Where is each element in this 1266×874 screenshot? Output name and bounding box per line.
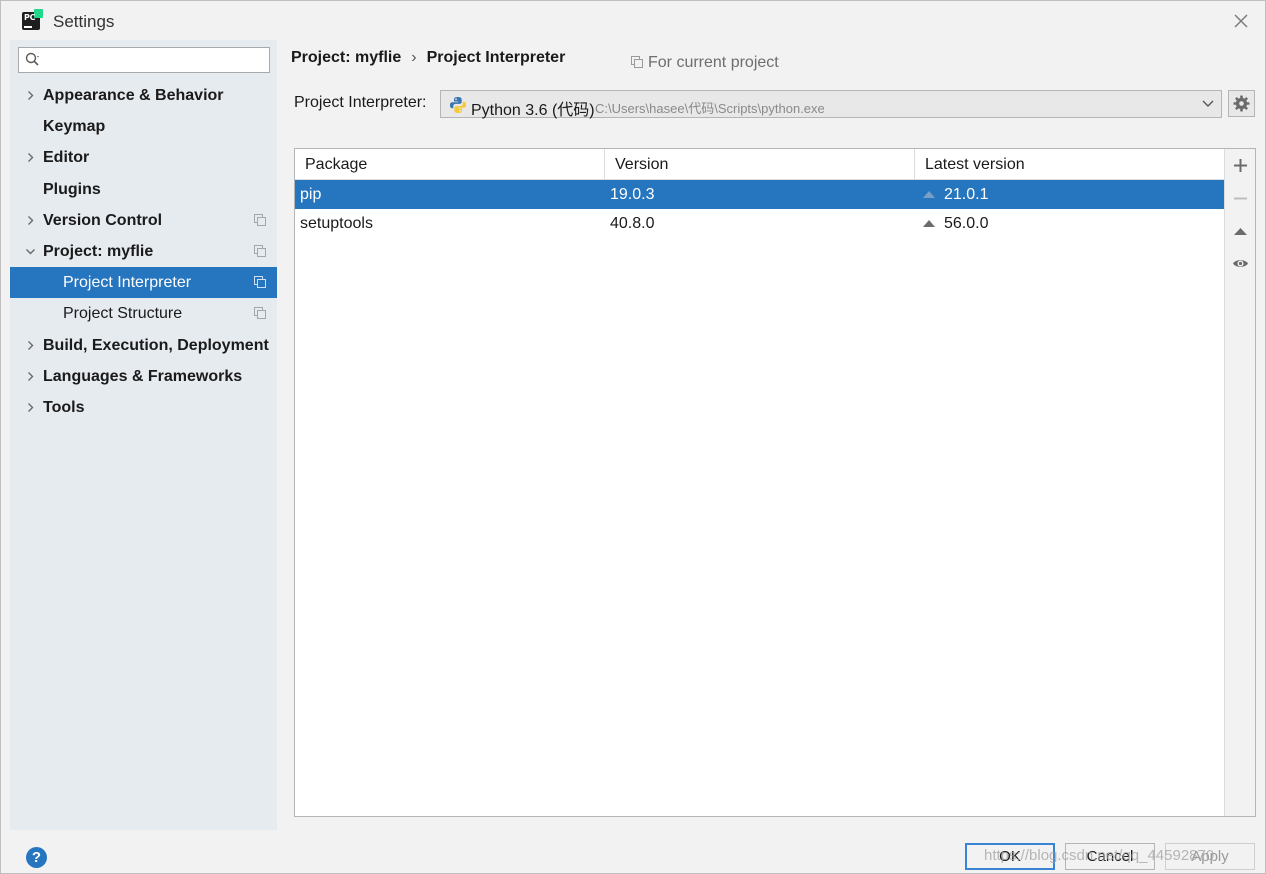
add-icon[interactable] <box>1232 157 1249 174</box>
search-input[interactable] <box>49 50 264 70</box>
table-row[interactable]: pip 19.0.3 21.0.1 <box>295 180 1224 209</box>
copy-icon <box>254 276 266 289</box>
copy-icon <box>254 307 266 320</box>
sidebar-item-label: Project: myflie <box>43 242 154 260</box>
sidebar-item[interactable]: Languages & Frameworks <box>10 361 277 392</box>
apply-button[interactable]: Apply <box>1165 843 1255 870</box>
package-name: pip <box>300 186 322 203</box>
cancel-button[interactable]: Cancel <box>1065 843 1155 870</box>
breadcrumb: Project: myflie › Project Interpreter <box>291 49 565 71</box>
breadcrumb-item: Project: myflie <box>291 49 402 66</box>
table-row[interactable]: setuptools 40.8.0 56.0.0 <box>295 209 1224 238</box>
package-latest-version: 56.0.0 <box>923 209 988 238</box>
close-icon <box>1234 14 1248 28</box>
chevron-right-icon[interactable] <box>24 80 36 111</box>
upgrade-available-icon <box>923 220 935 227</box>
copy-icon <box>254 244 266 257</box>
interpreter-path: C:\Users\hasee\代码\Scripts\python.exe <box>595 101 825 116</box>
chevron-right-icon[interactable] <box>24 205 36 236</box>
package-name: setuptools <box>300 215 373 232</box>
upgrade-available-icon <box>923 191 935 198</box>
sidebar-item-label: Appearance & Behavior <box>43 87 224 104</box>
sidebar-item-label: Project Structure <box>63 305 183 323</box>
copy-icon <box>254 213 266 226</box>
sidebar-item[interactable]: Plugins <box>10 174 277 205</box>
column-header-version[interactable]: Version <box>605 149 915 180</box>
window-title: Settings <box>53 12 115 31</box>
ok-button[interactable]: OK <box>965 843 1055 870</box>
sidebar-item[interactable]: Keymap <box>10 111 277 142</box>
scope-hint: For current project <box>631 54 779 72</box>
upgrade-icon[interactable] <box>1232 223 1249 240</box>
chevron-right-icon[interactable] <box>24 361 36 392</box>
sidebar-item-label: Version Control <box>43 211 163 229</box>
chevron-down-icon <box>1202 100 1214 107</box>
interpreter-select[interactable]: Python 3.6 (代码) C:\Users\hasee\代码\Script… <box>440 90 1222 119</box>
remove-icon[interactable] <box>1232 190 1249 207</box>
chevron-down-icon[interactable] <box>24 236 36 267</box>
search-icon <box>25 52 39 66</box>
chevron-right-icon[interactable] <box>24 330 36 361</box>
packages-table: Package Version Latest version pip 19.0.3… <box>295 149 1224 816</box>
table-header: Package Version Latest version <box>295 149 1224 180</box>
scope-hint-text: For current project <box>648 54 779 71</box>
sidebar-item-label: Editor <box>43 149 90 167</box>
sidebar-item-label: Build, Execution, Deployment <box>43 336 269 354</box>
sidebar-item[interactable]: Editor <box>10 142 277 173</box>
sidebar-item[interactable]: Appearance & Behavior <box>10 80 277 111</box>
latest-version-text: 56.0.0 <box>944 215 989 232</box>
sidebar-item-label: Tools <box>43 398 85 416</box>
interpreter-settings-button[interactable] <box>1228 90 1255 117</box>
sidebar-item-label: Plugins <box>43 180 101 198</box>
eye-icon[interactable] <box>1232 255 1249 272</box>
column-header-latest-version[interactable]: Latest version <box>915 149 1224 180</box>
breadcrumb-separator: › <box>411 49 417 66</box>
sidebar-item[interactable]: Project: myflie <box>10 236 277 267</box>
column-header-package[interactable]: Package <box>295 149 605 180</box>
settings-window: PC Settings Appearance & Behavior Keymap E… <box>0 0 1266 874</box>
sidebar-item[interactable]: Project Interpreter <box>10 267 277 299</box>
sidebar-item-label: Languages & Frameworks <box>43 367 243 385</box>
chevron-right-icon[interactable] <box>24 392 36 423</box>
sidebar-item-label: Project Interpreter <box>63 274 192 292</box>
packages-panel: Package Version Latest version pip 19.0.3… <box>294 148 1256 817</box>
sidebar-item[interactable]: Version Control <box>10 205 277 236</box>
copy-icon <box>631 56 643 68</box>
sidebar-item-label: Keymap <box>43 118 106 136</box>
package-version: 19.0.3 <box>610 186 655 203</box>
help-button[interactable]: ? <box>26 847 47 868</box>
sidebar-item[interactable]: Tools <box>10 392 277 423</box>
python-icon <box>450 97 466 113</box>
gear-icon <box>1233 95 1250 112</box>
sidebar-item[interactable]: Project Structure <box>10 298 277 329</box>
package-version: 40.8.0 <box>610 215 655 232</box>
settings-sidebar: Appearance & Behavior Keymap Editor Plugins… <box>10 40 277 830</box>
package-toolbar <box>1224 149 1255 816</box>
sidebar-item[interactable]: Build, Execution, Deployment <box>10 330 277 361</box>
breadcrumb-item: Project Interpreter <box>426 49 566 66</box>
latest-version-text: 21.0.1 <box>944 186 989 203</box>
package-latest-version: 21.0.1 <box>923 180 988 209</box>
title-bar: PC Settings <box>1 1 1265 41</box>
pycharm-logo-icon: PC <box>22 9 43 30</box>
settings-tree: Appearance & Behavior Keymap Editor Plugins… <box>10 80 277 423</box>
chevron-right-icon[interactable] <box>24 142 36 173</box>
interpreter-name: Python 3.6 (代码) <box>471 102 595 119</box>
close-button[interactable] <box>1229 9 1253 33</box>
interpreter-label: Project Interpreter: <box>294 94 427 111</box>
search-box[interactable] <box>18 47 270 73</box>
